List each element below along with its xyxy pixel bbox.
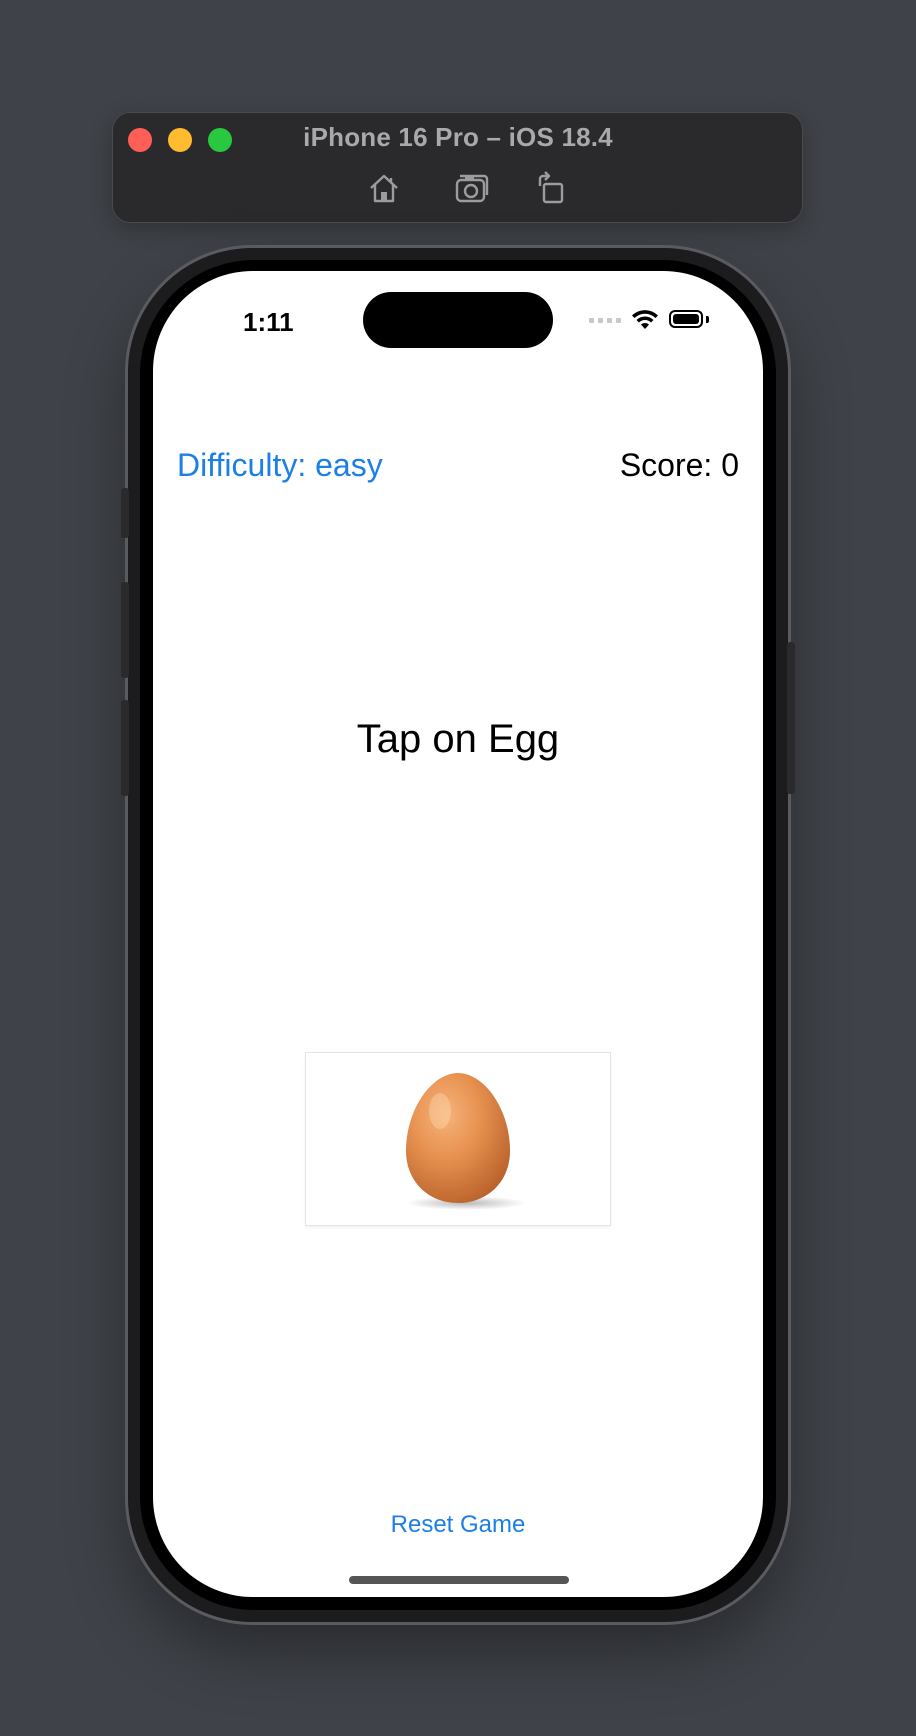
- phone-screen: 1:11 Difficulty: easy Score: 0 Tap on Eg…: [153, 271, 763, 1597]
- cellular-signal-icon: [589, 317, 621, 323]
- egg-image[interactable]: [306, 1053, 610, 1225]
- action-button: [121, 488, 129, 538]
- rotate-icon[interactable]: [534, 170, 570, 206]
- dynamic-island: [363, 292, 553, 348]
- status-time: 1:11: [243, 307, 294, 337]
- status-icons: [589, 307, 709, 333]
- home-icon[interactable]: [366, 170, 402, 206]
- volume-down-button: [121, 700, 129, 796]
- simulator-title: iPhone 16 Pro – iOS 18.4: [303, 122, 613, 152]
- reset-game-button[interactable]: Reset Game: [153, 1511, 763, 1539]
- wifi-icon: [632, 310, 658, 329]
- score-label: Score: 0: [619, 447, 739, 483]
- side-button: [787, 642, 795, 794]
- home-indicator[interactable]: [349, 1576, 569, 1584]
- volume-up-button: [121, 582, 129, 678]
- difficulty-button[interactable]: Difficulty: easy: [177, 447, 383, 484]
- screenshot-icon[interactable]: [454, 170, 490, 206]
- battery-icon: [669, 310, 709, 330]
- instruction-title: Tap on Egg: [356, 717, 560, 761]
